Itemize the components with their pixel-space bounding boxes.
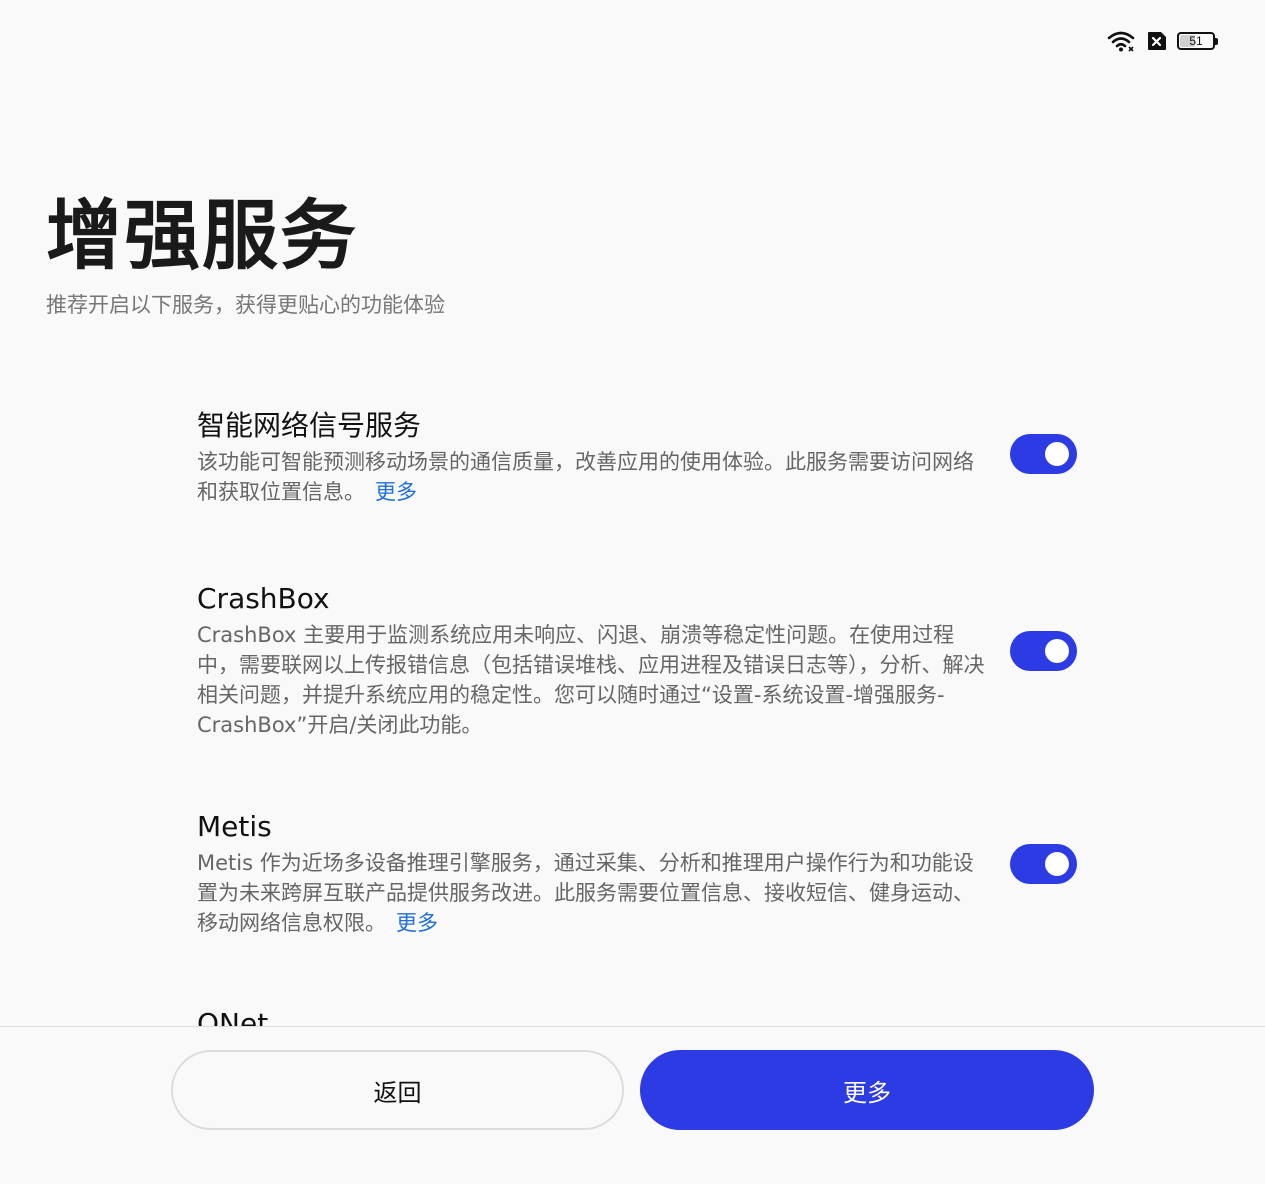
back-button[interactable]: 返回: [171, 1050, 624, 1130]
toggle-knob: [1045, 639, 1069, 663]
service-item-onet: ONet: [197, 1003, 1097, 1027]
metis-toggle[interactable]: [1010, 844, 1077, 884]
more-link[interactable]: 更多: [375, 480, 417, 504]
service-description-text: Metis 作为近场多设备推理引擎服务，通过采集、分析和推理用户操作行为和功能设…: [197, 851, 974, 935]
service-title: 智能网络信号服务: [197, 409, 422, 442]
page-title: 增强服务: [46, 191, 358, 280]
service-description-text: 该功能可智能预测移动场景的通信质量，改善应用的使用体验。此服务需要访问网络和获取…: [197, 450, 974, 504]
wifi-icon: [1107, 30, 1135, 52]
no-sim-icon: [1145, 31, 1167, 51]
service-item-metis: Metis Metis 作为近场多设备推理引擎服务，通过采集、分析和推理用户操作…: [197, 806, 1097, 1003]
battery-icon: 51: [1177, 32, 1218, 50]
service-list[interactable]: 智能网络信号服务 该功能可智能预测移动场景的通信质量，改善应用的使用体验。此服务…: [197, 405, 1097, 1027]
toggle-knob: [1045, 442, 1069, 466]
crashbox-toggle[interactable]: [1010, 631, 1077, 671]
screen: 51 增强服务 推荐开启以下服务，获得更贴心的功能体验 智能网络信号服务 该功能…: [0, 0, 1265, 1184]
service-description: CrashBox 主要用于监测系统应用未响应、闪退、崩溃等稳定性问题。在使用过程…: [197, 620, 987, 740]
more-button[interactable]: 更多: [640, 1050, 1094, 1130]
service-title: ONet: [197, 1007, 269, 1027]
more-link[interactable]: 更多: [396, 911, 438, 935]
bottom-bar: 返回 更多: [0, 1027, 1265, 1184]
service-description: Metis 作为近场多设备推理引擎服务，通过采集、分析和推理用户操作行为和功能设…: [197, 848, 987, 938]
service-description-text: CrashBox 主要用于监测系统应用未响应、闪退、崩溃等稳定性问题。在使用过程…: [197, 623, 985, 737]
status-bar: 51: [1107, 26, 1218, 56]
service-title: CrashBox: [197, 582, 330, 615]
service-title: Metis: [197, 810, 272, 843]
battery-level-text: 51: [1189, 34, 1203, 48]
service-item-smart-network: 智能网络信号服务 该功能可智能预测移动场景的通信质量，改善应用的使用体验。此服务…: [197, 405, 1097, 578]
toggle-knob: [1045, 852, 1069, 876]
service-item-crashbox: CrashBox CrashBox 主要用于监测系统应用未响应、闪退、崩溃等稳定…: [197, 578, 1097, 806]
smart-network-toggle[interactable]: [1010, 434, 1077, 474]
service-description: 该功能可智能预测移动场景的通信质量，改善应用的使用体验。此服务需要访问网络和获取…: [197, 447, 987, 507]
page-subtitle: 推荐开启以下服务，获得更贴心的功能体验: [46, 293, 445, 317]
